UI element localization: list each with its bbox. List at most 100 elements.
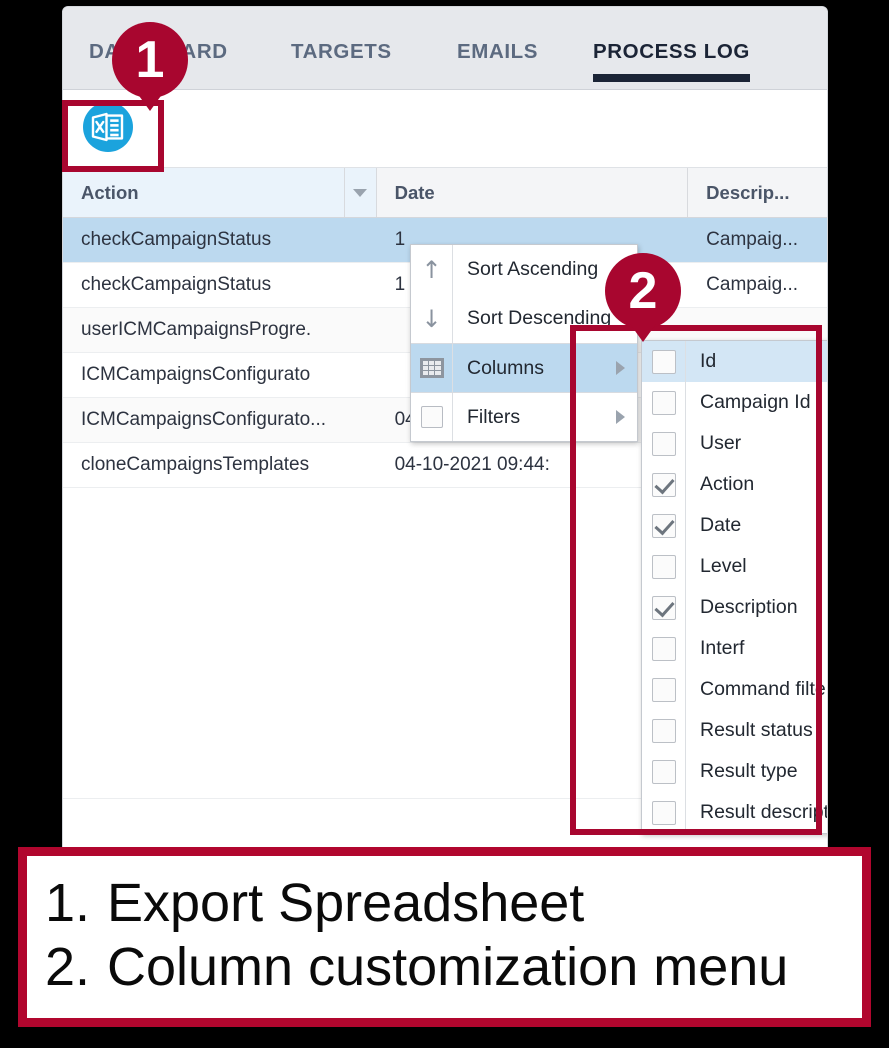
excel-export-icon [82,101,134,153]
column-toggle-command-filter-label: Command filter [700,678,828,700]
menu-item-sort-ascending[interactable]: ↑ Sort Ascending [411,245,637,294]
checkbox-wrap[interactable] [642,751,686,792]
menu-item-filters-label: Filters [467,405,521,428]
column-toggle-level[interactable]: Level [642,546,827,587]
column-header-action[interactable]: Action [63,168,345,217]
caption-legend: 1. Export Spreadsheet 2. Column customiz… [18,847,871,1027]
checkbox-unchecked-icon[interactable] [651,390,676,415]
column-toggle-command-filter[interactable]: Command filter [642,669,828,710]
column-toggle-user-label: User [700,432,742,454]
column-header-action-label: Action [81,181,139,203]
checkbox-wrap[interactable] [642,628,686,669]
export-spreadsheet-button[interactable] [77,96,139,158]
column-header-description[interactable]: Descrip... [688,168,827,217]
column-toggle-result-status-label: Result status [700,719,813,741]
column-toggle-date[interactable]: Date [642,505,827,546]
checkbox-wrap[interactable] [642,505,686,546]
column-header-date[interactable]: Date [376,168,689,217]
cell-action: cloneCampaignsTemplates [81,454,310,475]
annotation-badge-1-label: 1 [135,31,165,89]
checkbox-wrap[interactable] [642,669,686,710]
column-toggle-id[interactable]: Id [642,341,827,382]
menu-item-columns-label: Columns [467,356,544,379]
checkbox-wrap[interactable] [642,710,686,751]
cell-action: userICMCampaignsProgre. [81,319,312,340]
cell-action: ICMCampaignsConfigurato [81,364,311,385]
tab-emails-label: EMAILS [457,40,539,63]
menu-item-sort-descending[interactable]: ↓ Sort Descending [411,294,637,343]
column-toggle-result-description-label: Result description [700,801,828,823]
annotation-badge-1: 1 [112,22,188,98]
grid-header-row: Action Date Descrip... [63,168,827,218]
checkbox-unchecked-icon[interactable] [651,636,676,661]
checkbox-wrap[interactable] [642,464,686,505]
tab-emails[interactable]: EMAILS [457,40,538,64]
checkbox-wrap[interactable] [642,382,686,423]
column-toggle-interf-label: Interf [700,637,745,659]
column-toggle-action-label: Action [700,473,755,495]
menu-item-columns[interactable]: Columns [411,343,637,392]
caption-line-1-text: Export Spreadsheet [107,873,585,933]
caption-line-1-number: 1. [45,873,91,933]
caption-line-2: 2. Column customization menu [45,936,862,1000]
checkbox-unchecked-icon[interactable] [651,349,676,374]
column-toggle-result-status[interactable]: Result status [642,710,827,751]
cell-action: checkCampaignStatus [81,229,272,250]
caption-line-1: 1. Export Spreadsheet [45,872,862,936]
checkbox-unchecked-icon[interactable] [651,800,676,825]
cell-description: Campaig... [706,229,799,250]
annotation-badge-2-label: 2 [628,262,658,320]
chevron-down-icon [353,188,368,197]
checkbox-icon [411,393,453,441]
application-window: DASHBOARD TARGETS EMAILS PROCESS LOG [62,6,828,859]
arrow-down-icon: ↓ [411,294,453,343]
annotation-badge-2: 2 [605,253,681,329]
menu-item-filters[interactable]: Filters [411,392,637,441]
grid-toolbar [63,90,827,168]
cell-action: ICMCampaignsConfigurato... [81,409,326,430]
column-toggle-description[interactable]: Description [642,587,827,628]
column-toggle-id-label: Id [700,350,717,372]
checkbox-checked-icon[interactable] [651,472,676,497]
columns-customization-menu: Id Campaign Id User Action Date Level De… [641,340,828,834]
column-toggle-campaign-id-label: Campaign Id [700,391,811,413]
caption-line-2-text: Column customization menu [107,936,789,997]
tab-targets[interactable]: TARGETS [291,40,392,64]
tab-targets-label: TARGETS [291,40,392,63]
checkbox-wrap[interactable] [642,546,686,587]
cell-description: Campaig... [706,274,799,295]
arrow-up-icon: ↑ [411,245,453,294]
checkbox-unchecked-icon[interactable] [651,718,676,743]
column-toggle-date-label: Date [700,514,742,536]
column-toggle-campaign-id[interactable]: Campaign Id [642,382,827,423]
active-tab-underline [593,74,750,82]
column-toggle-interf[interactable]: Interf [642,628,827,669]
column-toggle-user[interactable]: User [642,423,827,464]
column-toggle-result-type[interactable]: Result type [642,751,827,792]
checkbox-unchecked-icon[interactable] [651,554,676,579]
checkbox-wrap[interactable] [642,341,686,382]
cell-action: checkCampaignStatus [81,274,272,295]
column-toggle-description-label: Description [700,596,798,618]
tab-process-log-label: PROCESS LOG [593,40,750,63]
checkbox-unchecked-icon[interactable] [651,431,676,456]
checkbox-checked-icon[interactable] [651,595,676,620]
submenu-arrow-icon [616,361,625,375]
checkbox-unchecked-icon[interactable] [651,759,676,784]
columns-grid-icon [411,344,453,392]
column-header-description-label: Descrip... [706,181,790,203]
caption-line-2-number: 2. [45,936,91,997]
column-toggle-level-label: Level [700,555,747,577]
column-header-menu-button[interactable] [344,168,377,217]
checkbox-wrap[interactable] [642,423,686,464]
checkbox-checked-icon[interactable] [651,513,676,538]
column-toggle-result-description[interactable]: Result description [642,792,828,833]
checkbox-wrap[interactable] [642,587,686,628]
column-toggle-action[interactable]: Action [642,464,827,505]
column-header-date-label: Date [394,181,435,203]
column-toggle-result-type-label: Result type [700,760,798,782]
checkbox-wrap[interactable] [642,792,686,833]
checkbox-unchecked-icon[interactable] [651,677,676,702]
tab-process-log[interactable]: PROCESS LOG [593,40,750,82]
column-context-menu: ↑ Sort Ascending ↓ Sort Descending Colum… [410,244,638,442]
